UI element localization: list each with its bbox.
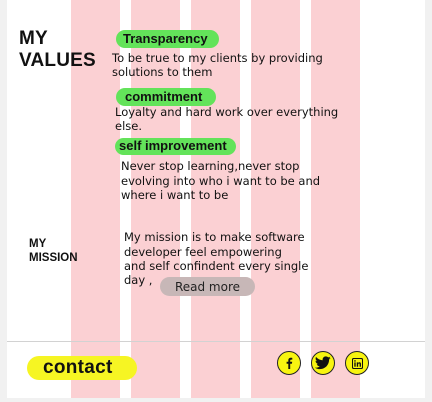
tag-self-improvement: self improvement xyxy=(119,138,227,153)
values-heading-line1: MY xyxy=(19,28,48,49)
values-heading-line2: VALUES xyxy=(19,50,96,71)
value-text-line: Loyalty and hard work over everything xyxy=(115,105,339,119)
page-frame: MY VALUES Transparency To be true to my … xyxy=(7,0,425,398)
mission-text-line: My mission is to make software xyxy=(124,230,305,244)
mission-heading-line2: MISSION xyxy=(29,252,78,264)
value-text-line: Never stop learning,never stop xyxy=(121,159,300,173)
mission-heading-line1: MY xyxy=(29,238,47,250)
value-text-line: To be true to my clients by providing xyxy=(112,51,323,65)
value-text-line: where i want to be xyxy=(121,188,229,202)
footer-divider xyxy=(7,341,425,342)
mission-text-line: day , xyxy=(124,273,153,287)
mission-text-line: developer feel empowering xyxy=(124,245,282,259)
contact-label: contact xyxy=(43,357,113,378)
read-more-button[interactable]: Read more xyxy=(160,277,255,296)
value-text-line: solutions to them xyxy=(112,65,213,79)
value-text-line: else. xyxy=(115,119,142,133)
twitter-icon[interactable] xyxy=(311,351,335,375)
value-text-line: evolving into who i want to be and xyxy=(121,174,321,188)
tag-commitment: commitment xyxy=(125,89,203,104)
facebook-icon[interactable] xyxy=(277,351,301,375)
mission-text-line: and self confindent every single xyxy=(124,259,309,273)
linkedin-icon[interactable] xyxy=(345,351,369,375)
tag-transparency: Transparency xyxy=(123,31,208,46)
